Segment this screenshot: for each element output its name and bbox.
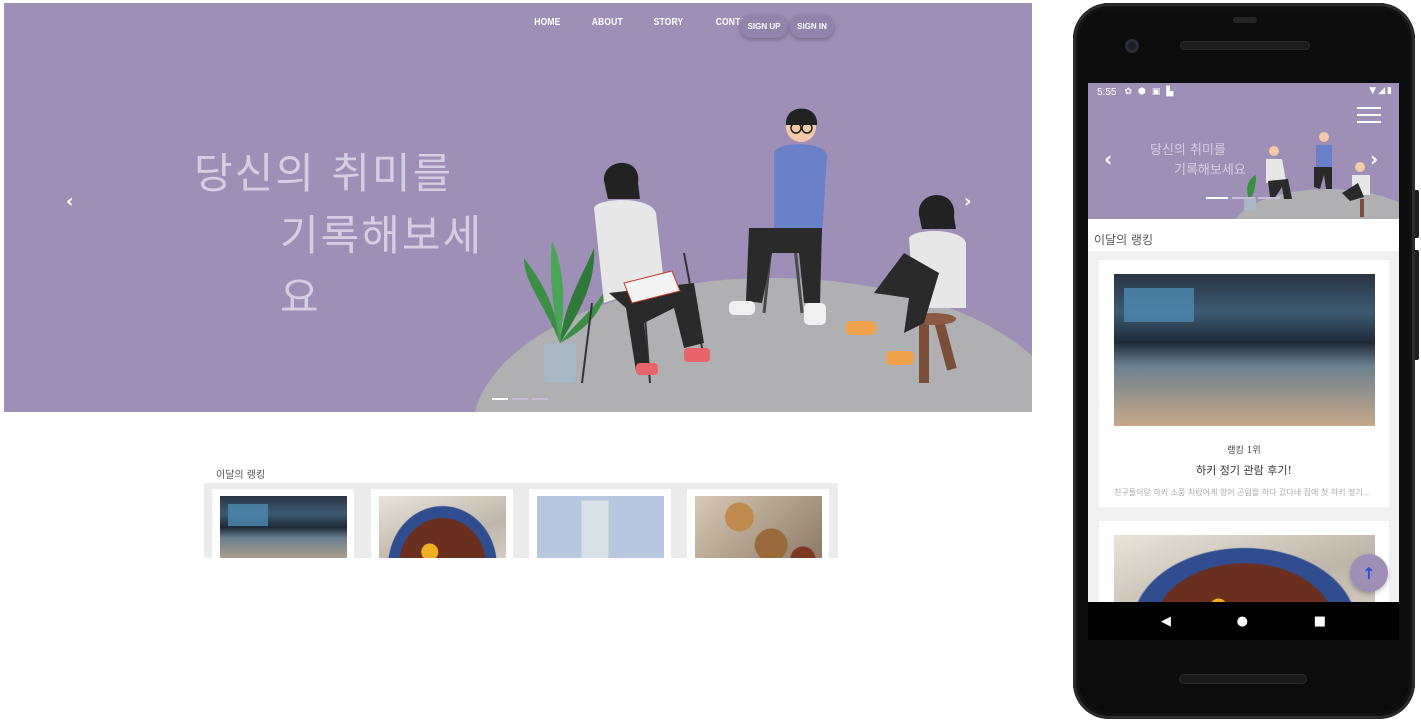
mobile-carousel-prev-arrow[interactable]: ‹: [1104, 147, 1112, 171]
signal-icon: ◢: [1378, 86, 1388, 96]
back-icon[interactable]: ◀: [1161, 614, 1171, 629]
carousel-dot[interactable]: [532, 398, 548, 400]
hockey-arena-photo: [1114, 274, 1375, 426]
phone-bottom-speaker: [1179, 674, 1307, 684]
burger-plate-thumbnail: [695, 496, 822, 558]
ranking-section-title: 이달의 랭킹: [216, 470, 266, 481]
home-icon[interactable]: ●: [1237, 614, 1248, 629]
ranking-card[interactable]: [371, 489, 513, 558]
mobile-ranking-card[interactable]: [1099, 521, 1389, 602]
hockey-arena-thumbnail: [220, 496, 347, 558]
carousel-dot[interactable]: [1206, 197, 1228, 199]
steak-bowl-photo: [1114, 535, 1375, 602]
hero-illustration: [474, 108, 1032, 412]
mobile-ranking-card[interactable]: 랭킹 1위 하키 정기 관람 후기! 친구들이랑 하키 소풍 치렀어게 양어 곤…: [1099, 260, 1389, 507]
ranking-card[interactable]: [529, 489, 671, 558]
ranking-post-title: 하키 정기 관람 후기!: [1196, 464, 1292, 477]
mobile-carousel-next-arrow[interactable]: ›: [1370, 147, 1378, 171]
carousel-prev-arrow[interactable]: ‹: [66, 191, 73, 212]
mobile-hero-illustration: [1236, 132, 1399, 219]
mobile-ranking-title: 이달의 랭킹: [1094, 233, 1154, 247]
gear-icon: ✿: [1124, 87, 1133, 97]
phone-speaker: [1180, 41, 1310, 50]
phone-sensor: [1233, 17, 1257, 23]
wifi-icon: ▼: [1369, 86, 1379, 96]
status-bar: 5:55 ✿ ⬢ ▣ ▙ ▼◢▮: [1088, 83, 1399, 101]
carousel-dot[interactable]: [1232, 197, 1254, 199]
shield-icon: ⬢: [1138, 87, 1146, 97]
carousel-dot[interactable]: [492, 398, 508, 400]
mobile-ranking-header: 이달의 랭킹: [1088, 219, 1399, 251]
android-nav-bar: ◀ ● ■: [1088, 602, 1399, 640]
book-cover-thumbnail: [537, 496, 664, 558]
front-camera-icon: [1125, 39, 1139, 53]
sd-card-icon: ▙: [1166, 87, 1174, 97]
status-time: 5:55: [1097, 86, 1117, 98]
carousel-next-arrow[interactable]: ›: [964, 191, 971, 212]
desktop-hero-carousel: HOME ABOUT STORY CONTACT SIGN UP SIGN IN…: [4, 3, 1032, 412]
status-notification-icons: ✿ ⬢ ▣ ▙: [1124, 87, 1173, 97]
ranking-number: 랭킹 1위: [1227, 446, 1261, 456]
steak-bowl-thumbnail: [379, 496, 506, 558]
carousel-dot[interactable]: [1258, 197, 1280, 199]
mobile-hero-carousel: 당신의 취미를 기록해보세요 ‹ ›: [1088, 101, 1399, 219]
ranking-card-strip: [204, 483, 838, 558]
ranking-card[interactable]: [687, 489, 829, 558]
status-system-icons: ▼◢▮: [1369, 86, 1394, 96]
ranking-card[interactable]: [212, 489, 354, 558]
carousel-dot[interactable]: [512, 398, 528, 400]
mobile-carousel-indicators: [1206, 197, 1280, 199]
ranking-post-excerpt: 친구들이랑 하키 소풍 치렀어게 양어 곤림을 하다 갔다네 집에 첫 하키 정…: [1114, 488, 1371, 497]
phone-screen: 5:55 ✿ ⬢ ▣ ▙ ▼◢▮ 당신의 취미를 기록해보세요 ‹ › 이달의 …: [1088, 83, 1399, 602]
scroll-top-button[interactable]: ↑: [1350, 554, 1388, 592]
image-icon: ▣: [1151, 87, 1161, 97]
carousel-indicators: [492, 398, 548, 400]
battery-icon: ▮: [1387, 86, 1394, 96]
phone-frame: 5:55 ✿ ⬢ ▣ ▙ ▼◢▮ 당신의 취미를 기록해보세요 ‹ › 이달의 …: [1073, 3, 1415, 719]
recents-icon[interactable]: ■: [1314, 614, 1326, 629]
